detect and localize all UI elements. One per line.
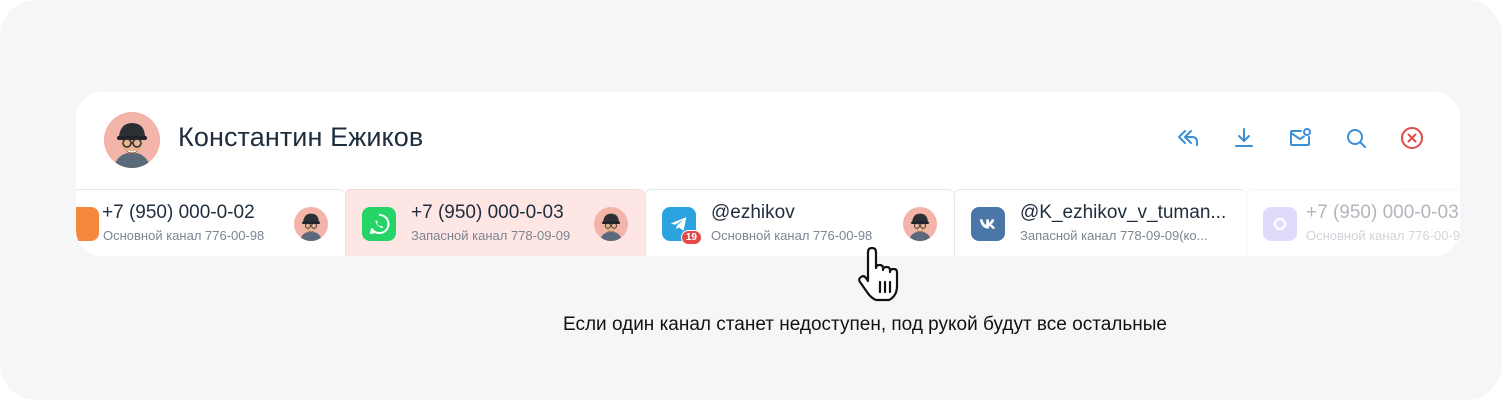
channel-subtitle: Запасной канал 778-09-09 bbox=[411, 228, 571, 243]
channel-subtitle: Запасной канал 778-09-09(ко... bbox=[1020, 228, 1208, 243]
whatsapp-icon bbox=[362, 207, 396, 241]
telegram-icon: 19 bbox=[662, 207, 702, 245]
close-icon[interactable] bbox=[1400, 126, 1424, 150]
contact-name: Константин Ежиков bbox=[178, 122, 424, 152]
channel-avatar bbox=[903, 207, 937, 241]
unread-badge: 19 bbox=[680, 230, 702, 245]
channel-title: +7 (950) 000-0-02 bbox=[102, 202, 255, 223]
channel-list: +7 (950) 000-0-02 Основной канал 776-00-… bbox=[76, 189, 1460, 256]
header-actions bbox=[1176, 126, 1424, 150]
download-icon[interactable] bbox=[1232, 126, 1256, 150]
channel-item[interactable]: @K_ezhikov_v_tuman... Запасной канал 778… bbox=[954, 189, 1246, 256]
channel-title: +7 (950) 000-0-03 bbox=[1306, 202, 1459, 223]
channel-item[interactable]: +7 (950) 000-0-02 Основной канал 776-00-… bbox=[76, 189, 345, 256]
channel-title: +7 (950) 000-0-03 bbox=[411, 202, 564, 223]
channel-item-active[interactable]: +7 (950) 000-0-03 Запасной канал 778-09-… bbox=[345, 189, 645, 256]
max-icon bbox=[1263, 207, 1297, 241]
orange-channel-icon bbox=[76, 207, 99, 241]
channel-title: @ezhikov bbox=[711, 202, 795, 223]
caption-text: Если один канал станет недоступен, под р… bbox=[563, 314, 1167, 335]
channel-title: @K_ezhikov_v_tuman... bbox=[1020, 202, 1227, 223]
search-icon[interactable] bbox=[1344, 126, 1368, 150]
screenshot-frame: Константин Ежиков +7 (950) 000-0-02 Осно… bbox=[0, 0, 1502, 400]
channel-avatar bbox=[594, 207, 628, 241]
mail-icon[interactable] bbox=[1288, 126, 1312, 150]
channel-subtitle: Основной канал 776-00-98 bbox=[103, 228, 265, 243]
reply-icon[interactable] bbox=[1176, 126, 1200, 150]
contact-card: Константин Ежиков +7 (950) 000-0-02 Осно… bbox=[76, 92, 1460, 256]
vk-icon bbox=[971, 207, 1005, 241]
channel-item[interactable]: +7 (950) 000-0-03 Основной канал 776-00-… bbox=[1246, 189, 1460, 256]
channel-subtitle: Основной канал 776-00-98 bbox=[1306, 228, 1460, 243]
hand-cursor-icon bbox=[852, 246, 912, 306]
channel-subtitle: Основной канал 776-00-98 bbox=[711, 228, 873, 243]
channel-avatar bbox=[294, 207, 328, 241]
contact-avatar[interactable] bbox=[104, 112, 160, 168]
